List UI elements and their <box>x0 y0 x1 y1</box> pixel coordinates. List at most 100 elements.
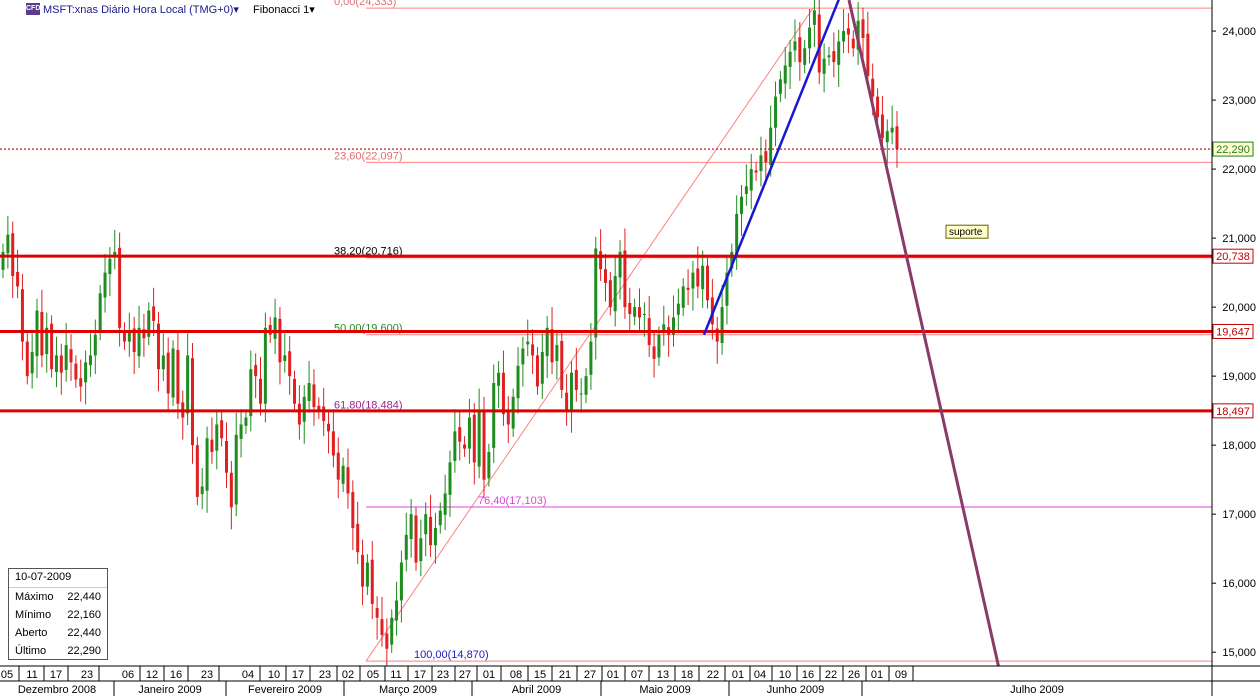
info-value-last: 22,290 <box>67 645 101 657</box>
y-tick-label: 17,000 <box>1222 509 1256 521</box>
candle-body <box>16 271 20 287</box>
info-row: Aberto 22,440 <box>9 624 107 642</box>
x-day-label: 11 <box>390 669 401 681</box>
x-day-label: 02 <box>342 669 354 681</box>
y-tick-label: 24,000 <box>1222 26 1256 38</box>
candle-body <box>652 346 656 359</box>
x-month-label: Junho 2009 <box>767 684 825 696</box>
candle-body <box>555 345 559 361</box>
candle-body <box>54 355 58 372</box>
candle-body <box>205 438 209 491</box>
candle-body <box>356 523 360 553</box>
x-day-label: 04 <box>754 669 766 681</box>
candle-body <box>244 417 248 426</box>
x-day-label: 01 <box>871 669 883 681</box>
x-month-label: Maio 2009 <box>639 684 690 696</box>
candle-body <box>851 38 855 49</box>
info-row: Mínimo 22,160 <box>9 606 107 624</box>
candle-body <box>399 562 403 601</box>
candle-body <box>79 378 83 387</box>
candle-body <box>720 307 724 344</box>
candle-body <box>482 412 486 480</box>
candle-body <box>380 619 384 635</box>
support-price-tag: 18,497 <box>1216 406 1250 418</box>
candle-body <box>108 258 112 274</box>
candle-body <box>249 369 253 417</box>
info-value-low: 22,160 <box>67 609 101 621</box>
candle-body <box>346 467 350 494</box>
x-day-label: 12 <box>146 669 158 681</box>
x-day-label: 06 <box>122 669 134 681</box>
candle-body <box>331 431 335 456</box>
candle-body <box>118 247 122 328</box>
candle-body <box>506 411 510 425</box>
candle-body <box>633 307 637 317</box>
candle-body <box>642 314 646 316</box>
support-price-tag: 20,738 <box>1216 251 1250 263</box>
y-tick-label: 16,000 <box>1222 578 1256 590</box>
candle-body <box>190 358 194 446</box>
candle-body <box>657 334 661 358</box>
candle-body <box>395 600 399 621</box>
study-selector[interactable]: Fibonacci 1▾ <box>253 3 315 16</box>
candle-body <box>215 424 219 451</box>
candle-body <box>273 317 277 339</box>
candle-body <box>603 269 607 283</box>
candle-body <box>220 420 224 439</box>
candle-body <box>589 341 593 375</box>
x-day-label: 23 <box>319 669 331 681</box>
candle-body <box>448 462 452 495</box>
candle-body <box>30 351 34 374</box>
candle-body <box>84 362 88 383</box>
candle-body <box>783 65 787 84</box>
candle-body <box>744 186 748 194</box>
candle-body <box>176 349 180 404</box>
symbol-selector[interactable]: MSFT:xnas Diário Hora Local (TMG+0)▾ <box>43 3 239 16</box>
candle-body <box>608 280 612 308</box>
candle-body <box>195 445 199 497</box>
candle-body <box>414 515 418 563</box>
x-day-label: 17 <box>50 669 62 681</box>
candle-body <box>443 493 447 515</box>
x-day-label: 22 <box>825 669 837 681</box>
candle-body <box>11 233 15 277</box>
info-label-last: Último <box>15 645 47 657</box>
candle-body <box>812 10 816 25</box>
annotation-label: suporte <box>949 227 983 238</box>
candle-body <box>288 351 292 377</box>
candle-body <box>25 341 29 377</box>
candle-body <box>584 376 588 395</box>
candle-body <box>361 554 365 587</box>
candle-body <box>676 303 680 315</box>
x-day-label: 18 <box>681 669 693 681</box>
candle-body <box>754 170 758 173</box>
candle-body <box>365 562 369 587</box>
x-month-label: Janeiro 2009 <box>138 684 202 696</box>
x-day-label: 01 <box>483 669 495 681</box>
y-tick-label: 19,000 <box>1222 371 1256 383</box>
info-row: Máximo 22,440 <box>9 588 107 606</box>
candle-body <box>88 355 92 366</box>
x-day-label: 16 <box>170 669 182 681</box>
candle-body <box>866 33 870 76</box>
candle-body <box>6 234 10 254</box>
x-day-label: 27 <box>459 669 471 681</box>
x-month-label: Abril 2009 <box>512 684 562 696</box>
candle-body <box>890 127 894 133</box>
price-chart[interactable]: 0,00(24,333)23,60(22,097)38,20(20,716)50… <box>0 0 1260 696</box>
candle-body <box>885 131 889 143</box>
candle-body <box>263 327 267 404</box>
info-label-high: Máximo <box>15 591 54 603</box>
candle-body <box>662 324 666 331</box>
support-price-tag: 19,647 <box>1216 326 1250 338</box>
candle-body <box>764 151 768 163</box>
candle-body <box>327 423 331 432</box>
x-day-label: 23 <box>201 669 213 681</box>
candle-body <box>341 465 345 484</box>
x-day-label: 07 <box>631 669 643 681</box>
candle-body <box>35 310 39 357</box>
candle-body <box>778 79 782 94</box>
candle-body <box>516 365 520 399</box>
candle-body <box>225 441 228 473</box>
y-tick-label: 20,000 <box>1222 302 1256 314</box>
